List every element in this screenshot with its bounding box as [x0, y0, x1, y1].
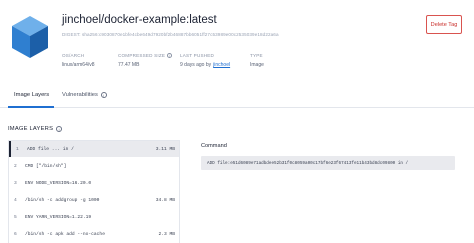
meta-label: COMPRESSED SIZE [118, 53, 166, 58]
cube-logo-icon [12, 16, 48, 58]
layer-number: 4 [14, 197, 17, 203]
layer-row[interactable]: 3 ENV NODE_VERSION=16.20.0 [9, 175, 179, 191]
meta-value: 77.47 MB [118, 62, 140, 69]
meta-type: TYPE Image [250, 53, 264, 68]
meta-value: Image [250, 62, 264, 68]
info-icon[interactable]: i [56, 126, 63, 132]
tab-label: Vulnerabilities [62, 92, 98, 98]
meta-label: OS/ARCH [62, 53, 85, 58]
layer-number: 3 [14, 180, 17, 186]
info-icon[interactable]: i [167, 53, 173, 59]
layer-command: /bin/sh -c addgroup -g 1000 [25, 197, 100, 203]
section-title: IMAGE LAYERS [8, 126, 54, 132]
image-layers-heading: IMAGE LAYERS i [8, 126, 63, 132]
layer-row[interactable]: 4 /bin/sh -c addgroup -g 1000 34.8 MB [9, 192, 179, 208]
layers-list: 1 ADD file ... in / 3.11 MB 2 CMD ["/bin… [8, 140, 180, 243]
meta-label: LAST PUSHED [180, 53, 215, 58]
delete-tag-button[interactable]: Delete Tag [426, 15, 462, 34]
command-panel: Command ADD file:e51d6089e71adbdee52b31f… [201, 140, 467, 170]
info-icon: i [100, 92, 107, 98]
layer-size: 3.11 MB [155, 146, 175, 152]
layer-command: CMD ["/bin/sh"] [25, 163, 67, 169]
layer-number: 1 [16, 146, 19, 152]
layer-command: ADD file ... in / [27, 146, 74, 152]
layer-command: ENV NODE_VERSION=16.20.0 [25, 180, 92, 186]
meta-label: TYPE [250, 53, 263, 58]
meta-value: 9 days ago by [180, 62, 212, 68]
layer-command: ENV YARN_VERSION=1.22.19 [25, 214, 92, 220]
active-tab-indicator [8, 106, 54, 108]
meta-compressed-size: COMPRESSED SIZE i 77.47 MB [118, 53, 173, 69]
meta-last-pushed: LAST PUSHED 9 days ago by jinchoel [180, 53, 230, 68]
layer-number: 5 [14, 214, 17, 220]
layer-size: 34.8 MB [155, 197, 175, 203]
meta-value: linux/arm64/v8 [62, 62, 95, 68]
layer-size: 2.3 MB [158, 231, 175, 237]
command-label: Command [201, 143, 227, 149]
tab-vulnerabilities[interactable]: Vulnerabilities i [62, 92, 107, 98]
pushed-by-link[interactable]: jinchoel [213, 62, 230, 68]
tabs-bar: Image Layers Vulnerabilities i [0, 84, 474, 108]
layer-row[interactable]: 6 /bin/sh -c apk add --no-cache 2.3 MB [9, 226, 179, 242]
tab-image-layers[interactable]: Image Layers [14, 92, 49, 98]
layer-number: 6 [14, 231, 17, 237]
command-text: ADD file:e51d6089e71adbdee52b31f0c8059a0… [201, 156, 455, 170]
layer-row[interactable]: 5 ENV YARN_VERSION=1.22.19 [9, 209, 179, 225]
layer-row[interactable]: 1 ADD file ... in / 3.11 MB [9, 141, 179, 157]
layer-number: 2 [14, 163, 17, 169]
layer-command: /bin/sh -c apk add --no-cache [25, 231, 105, 237]
tab-label: Image Layers [14, 92, 50, 98]
image-title: jinchoel/docker-example:latest [62, 14, 217, 26]
image-digest: DIGEST: sha256:c9030870e1bfe4cbe649d7920… [62, 32, 279, 37]
image-header: jinchoel/docker-example:latest DIGEST: s… [0, 0, 474, 78]
meta-os-arch: OS/ARCH linux/arm64/v8 [62, 53, 95, 68]
layer-row[interactable]: 2 CMD ["/bin/sh"] [9, 158, 179, 174]
